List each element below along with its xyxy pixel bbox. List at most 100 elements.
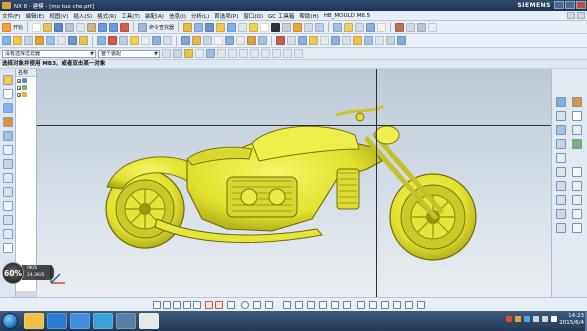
project-curve-icon[interactable] bbox=[320, 36, 329, 45]
system-materials-icon[interactable] bbox=[3, 145, 13, 155]
point-icon[interactable] bbox=[214, 36, 223, 45]
menu-help[interactable]: 帮助(H) bbox=[299, 12, 318, 20]
sketch-point-icon[interactable] bbox=[319, 301, 327, 309]
snap-endpoint-icon[interactable] bbox=[163, 301, 171, 309]
expand-icon[interactable]: + bbox=[17, 85, 21, 90]
curve-line-icon[interactable] bbox=[276, 36, 285, 45]
draft-icon[interactable] bbox=[163, 36, 172, 45]
studio-icon[interactable] bbox=[556, 181, 566, 191]
reuse-library-icon[interactable] bbox=[3, 117, 13, 127]
shadow-icon[interactable] bbox=[572, 223, 582, 233]
static-wireframe-icon[interactable] bbox=[260, 22, 270, 32]
menu-view[interactable]: 视图(V) bbox=[49, 12, 68, 20]
face-analysis-icon[interactable] bbox=[572, 167, 582, 177]
snap-pole-icon[interactable] bbox=[294, 49, 303, 58]
menu-tools[interactable]: 工具(T) bbox=[121, 12, 140, 20]
snap-control-point-icon[interactable] bbox=[183, 301, 191, 309]
snap-intersection-icon[interactable] bbox=[193, 301, 201, 309]
right-view-icon[interactable] bbox=[556, 125, 566, 135]
snap-on-curve-icon[interactable] bbox=[272, 49, 281, 58]
trim-body-icon[interactable] bbox=[247, 36, 256, 45]
slot-icon[interactable] bbox=[68, 36, 77, 45]
part-navigator-icon[interactable] bbox=[3, 103, 13, 113]
minimize-button[interactable] bbox=[554, 1, 564, 9]
sketch-rectangle-icon[interactable] bbox=[428, 22, 438, 32]
layer-icon[interactable] bbox=[293, 22, 303, 32]
menu-information[interactable]: 信息(I) bbox=[169, 12, 186, 20]
zoom-icon[interactable] bbox=[194, 22, 204, 32]
sketch-line-icon[interactable] bbox=[215, 301, 223, 309]
internet-explorer-taskbar-icon[interactable] bbox=[47, 313, 67, 329]
start-button-icon[interactable] bbox=[2, 313, 18, 329]
wcs-origin-icon[interactable] bbox=[333, 22, 343, 32]
expand-icon[interactable]: + bbox=[17, 78, 21, 83]
qq-browser-taskbar-icon[interactable] bbox=[93, 313, 113, 329]
sketch-constraint-icon[interactable] bbox=[417, 301, 425, 309]
sketch-trim-icon[interactable] bbox=[357, 301, 365, 309]
edge-blend-icon[interactable] bbox=[130, 36, 139, 45]
bottom-view-icon[interactable] bbox=[556, 139, 566, 149]
menu-edit[interactable]: 编辑(E) bbox=[25, 12, 44, 20]
show-hide-icon[interactable] bbox=[304, 22, 314, 32]
split-body-icon[interactable] bbox=[258, 36, 267, 45]
sketch-fillet-icon[interactable] bbox=[253, 301, 261, 309]
datum-axis-icon[interactable] bbox=[192, 36, 201, 45]
save-icon[interactable] bbox=[54, 22, 64, 32]
selection-scope-dropdown[interactable]: 整个装配 ▼ bbox=[98, 49, 160, 58]
sketch-chamfer-icon[interactable] bbox=[393, 301, 401, 309]
network-icon[interactable] bbox=[533, 316, 539, 322]
navigator-node[interactable]: + bbox=[16, 77, 36, 84]
pad-icon[interactable] bbox=[57, 36, 66, 45]
undo-icon[interactable] bbox=[98, 22, 108, 32]
system-clock[interactable]: 14:23 2015/6/4 bbox=[559, 313, 584, 327]
datum-csys-icon[interactable] bbox=[203, 36, 212, 45]
paste-icon[interactable] bbox=[87, 22, 97, 32]
snap-intersection-icon[interactable] bbox=[250, 49, 259, 58]
face-edges-icon[interactable] bbox=[572, 195, 582, 205]
snap-enable-icon[interactable] bbox=[153, 301, 161, 309]
constraint-navigator-icon[interactable] bbox=[3, 89, 13, 99]
snap-view-icon[interactable] bbox=[238, 22, 248, 32]
graphics-window[interactable] bbox=[37, 69, 551, 297]
close-button[interactable] bbox=[576, 1, 586, 9]
sketch-profile-icon[interactable] bbox=[205, 301, 213, 309]
orient-view-icon[interactable] bbox=[282, 22, 292, 32]
command-finder-icon[interactable] bbox=[138, 22, 148, 32]
snap-midpoint-icon[interactable] bbox=[173, 301, 181, 309]
sketch-line-icon[interactable] bbox=[395, 22, 405, 32]
fit-view-icon[interactable] bbox=[183, 22, 193, 32]
swept-icon[interactable] bbox=[342, 36, 351, 45]
top-view-icon[interactable] bbox=[556, 111, 566, 121]
sketch-dimension-icon[interactable] bbox=[405, 301, 413, 309]
sketch-rectangle-icon[interactable] bbox=[265, 301, 273, 309]
new-file-icon[interactable] bbox=[32, 22, 42, 32]
menu-window[interactable]: 窗口(O) bbox=[243, 12, 263, 20]
snap-midpoint-icon[interactable] bbox=[228, 49, 237, 58]
hidden-wireframe-icon[interactable] bbox=[556, 195, 566, 205]
volume-icon[interactable] bbox=[542, 316, 548, 322]
rotate-icon[interactable] bbox=[205, 22, 215, 32]
file-explorer-taskbar-icon[interactable] bbox=[24, 313, 44, 329]
wcs-rotate-icon[interactable] bbox=[344, 22, 354, 32]
sketch-offset-icon[interactable] bbox=[331, 301, 339, 309]
assembly-navigator-icon[interactable] bbox=[3, 75, 13, 85]
copy-icon[interactable] bbox=[76, 22, 86, 32]
hole-icon[interactable] bbox=[24, 36, 33, 45]
sketch-extend-icon[interactable] bbox=[369, 301, 377, 309]
sketch-arc-icon[interactable] bbox=[227, 301, 235, 309]
left-view-icon[interactable] bbox=[572, 125, 582, 135]
web-browser-icon[interactable] bbox=[3, 215, 13, 225]
select-edges-icon[interactable] bbox=[184, 49, 193, 58]
restore-part-window-button[interactable] bbox=[567, 12, 575, 19]
media-player-taskbar-icon[interactable] bbox=[70, 313, 90, 329]
trimetric-view-icon[interactable] bbox=[572, 97, 582, 107]
curve-arc-icon[interactable] bbox=[287, 36, 296, 45]
snap-center-icon[interactable] bbox=[239, 49, 248, 58]
clip-section-icon[interactable] bbox=[556, 167, 566, 177]
navigator-node[interactable]: + bbox=[16, 84, 36, 91]
shell-icon[interactable] bbox=[152, 36, 161, 45]
hd3d-tools-icon[interactable] bbox=[3, 243, 13, 253]
synchronous-move-face-icon[interactable] bbox=[397, 36, 406, 45]
boss-icon[interactable] bbox=[35, 36, 44, 45]
system-scenes-icon[interactable] bbox=[3, 201, 13, 211]
